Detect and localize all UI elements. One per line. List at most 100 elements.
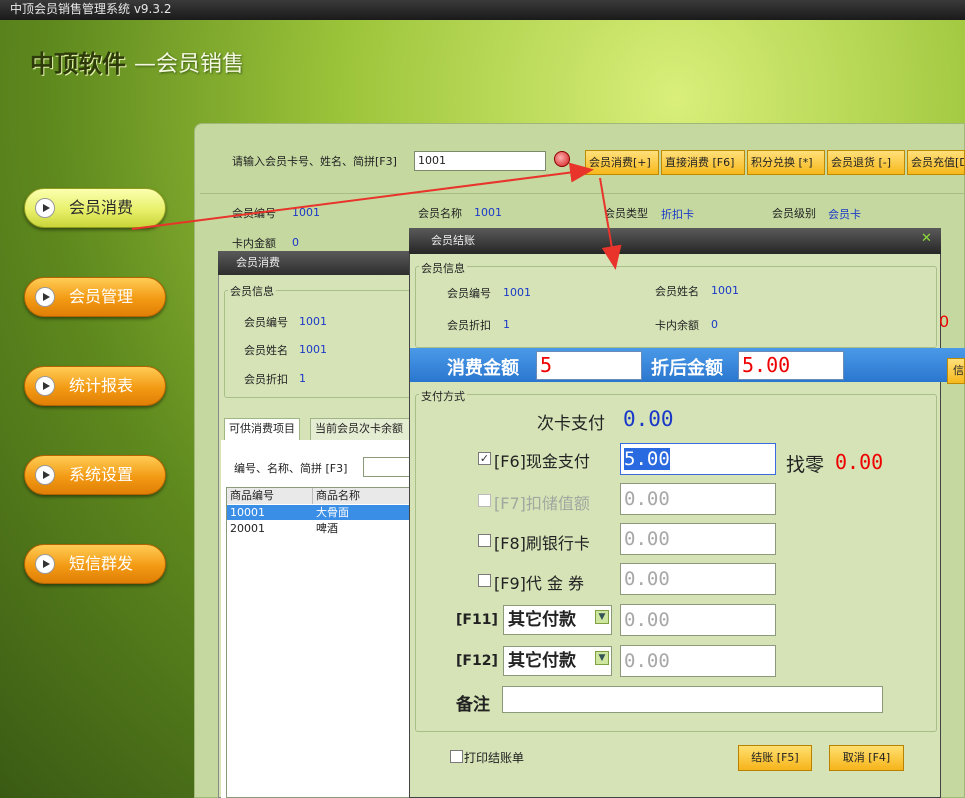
member-name-label: 会员名称: [418, 207, 462, 220]
filter-label: 编号、名称、简拼 [F3]: [234, 462, 348, 475]
nav-member-consume[interactable]: 会员消费: [24, 188, 166, 228]
print-receipt-checkbox[interactable]: [450, 750, 463, 763]
member-type-value: 折扣卡: [661, 208, 694, 221]
cash-checkbox[interactable]: ✓: [478, 452, 491, 465]
member-return-button[interactable]: 会员退货 [-]: [827, 150, 905, 175]
play-icon: [35, 287, 55, 307]
checkout-balance-value: 0: [711, 318, 718, 331]
nav-settings[interactable]: 系统设置: [24, 455, 166, 495]
partial-button[interactable]: 信: [947, 358, 965, 384]
bankcard-checkbox[interactable]: [478, 534, 491, 547]
points-exchange-button[interactable]: 积分兑换 [*]: [747, 150, 825, 175]
play-icon: [35, 465, 55, 485]
remark-label: 备注: [456, 695, 490, 715]
checkout-info-group: [415, 266, 937, 348]
card-balance-value: 0: [292, 236, 299, 249]
print-receipt-label: 打印结账单: [464, 751, 525, 765]
voucher-label: [F9]代 金 券: [494, 574, 585, 593]
consume-amount-field[interactable]: 5: [536, 351, 642, 380]
nav-label: 统计报表: [69, 376, 134, 395]
consume-discount-value: 1: [299, 372, 306, 385]
group-title: 支付方式: [419, 388, 467, 404]
member-consume-button[interactable]: 会员消费[+]: [585, 150, 659, 175]
bankcard-label: [F8]刷银行卡: [494, 534, 590, 553]
window-title: 中顶会员销售管理系统 v9.3.2: [10, 2, 172, 16]
search-icon[interactable]: [554, 151, 570, 167]
change-label: 找零: [786, 454, 825, 476]
brand-subtitle: —会员销售: [134, 52, 245, 77]
partial-value: 0: [939, 312, 950, 331]
filter-input[interactable]: [363, 457, 413, 477]
nav-member-manage[interactable]: 会员管理: [24, 277, 166, 317]
brand-name: 中顶软件: [30, 49, 126, 78]
member-no-value: 1001: [292, 206, 320, 219]
consume-no-label: 会员编号: [244, 316, 288, 329]
direct-consume-button[interactable]: 直接消费 [F6]: [661, 150, 745, 175]
card-times-value: 0.00: [623, 407, 674, 431]
cash-label: [F6]现金支付: [494, 452, 590, 471]
column-header[interactable]: 商品名称: [313, 488, 411, 504]
member-no-label: 会员编号: [232, 207, 276, 220]
nav-label: 会员消费: [69, 198, 134, 217]
chevron-down-icon: ▼: [595, 651, 609, 665]
f12-label: [F12]: [456, 653, 498, 669]
nav-label: 短信群发: [69, 554, 134, 573]
column-header[interactable]: 商品编号: [227, 488, 313, 504]
cash-value: 5.00: [624, 448, 670, 470]
member-consume-window-title: 会员消费: [218, 251, 438, 275]
table-cell: 大骨面: [316, 506, 349, 519]
cash-field[interactable]: 5.00: [620, 443, 776, 475]
consume-name-label: 会员姓名: [244, 344, 288, 357]
f11-payment-select[interactable]: 其它付款 ▼: [503, 605, 612, 635]
checkout-no-value: 1001: [503, 286, 531, 299]
member-recharge-button[interactable]: 会员充值[D: [907, 150, 965, 175]
card-balance-label: 卡内金额: [232, 237, 276, 250]
f12-field[interactable]: 0.00: [620, 645, 776, 677]
checkout-name-label: 会员姓名: [655, 285, 699, 298]
stored-value-label: [F7]扣储值额: [494, 494, 590, 513]
divider: [200, 193, 965, 194]
checkout-cancel-button[interactable]: 取消 [F4]: [829, 745, 904, 771]
tab-available-items[interactable]: 可供消费项目: [224, 418, 300, 440]
tab-card-balance[interactable]: 当前会员次卡余额: [310, 418, 414, 440]
f12-payment-select[interactable]: 其它付款 ▼: [503, 646, 612, 676]
nav-reports[interactable]: 统计报表: [24, 366, 166, 406]
table-cell: 啤酒: [316, 522, 338, 535]
table-cell: 10001: [230, 506, 265, 519]
consume-no-value: 1001: [299, 315, 327, 328]
search-label: 请输入会员卡号、姓名、简拼[F3]: [232, 155, 397, 168]
close-icon[interactable]: ✕: [921, 232, 935, 246]
change-value: 0.00: [835, 450, 884, 474]
nav-label: 系统设置: [69, 465, 134, 484]
chevron-down-icon: ▼: [595, 610, 609, 624]
bankcard-field[interactable]: 0.00: [620, 523, 776, 555]
f11-field[interactable]: 0.00: [620, 604, 776, 636]
f11-label: [F11]: [456, 612, 498, 628]
play-icon: [35, 198, 55, 218]
table-cell: 20001: [230, 522, 265, 535]
voucher-checkbox[interactable]: [478, 574, 491, 587]
f11-select-value: 其它付款: [508, 610, 576, 630]
checkout-name-value: 1001: [711, 284, 739, 297]
stored-value-checkbox: [478, 494, 491, 507]
remark-input[interactable]: [502, 686, 883, 713]
checkout-no-label: 会员编号: [447, 287, 491, 300]
member-level-label: 会员级别: [772, 207, 816, 220]
consume-name-value: 1001: [299, 343, 327, 356]
discounted-amount-field: 5.00: [738, 351, 844, 380]
window-title-bar: 中顶会员销售管理系统 v9.3.2: [0, 0, 965, 20]
nav-label: 会员管理: [69, 287, 134, 306]
checkout-confirm-button[interactable]: 结账 [F5]: [738, 745, 812, 771]
nav-sms[interactable]: 短信群发: [24, 544, 166, 584]
consume-amount-label: 消费金额: [447, 358, 519, 379]
member-level-value: 会员卡: [828, 208, 861, 221]
checkout-discount-label: 会员折扣: [447, 319, 491, 332]
search-input[interactable]: 1001: [414, 151, 546, 171]
play-icon: [35, 554, 55, 574]
play-icon: [35, 376, 55, 396]
checkout-balance-label: 卡内余额: [655, 319, 699, 332]
checkout-dialog-title: 会员结账: [409, 228, 941, 254]
checkout-discount-value: 1: [503, 318, 510, 331]
f12-select-value: 其它付款: [508, 651, 576, 671]
voucher-field[interactable]: 0.00: [620, 563, 776, 595]
